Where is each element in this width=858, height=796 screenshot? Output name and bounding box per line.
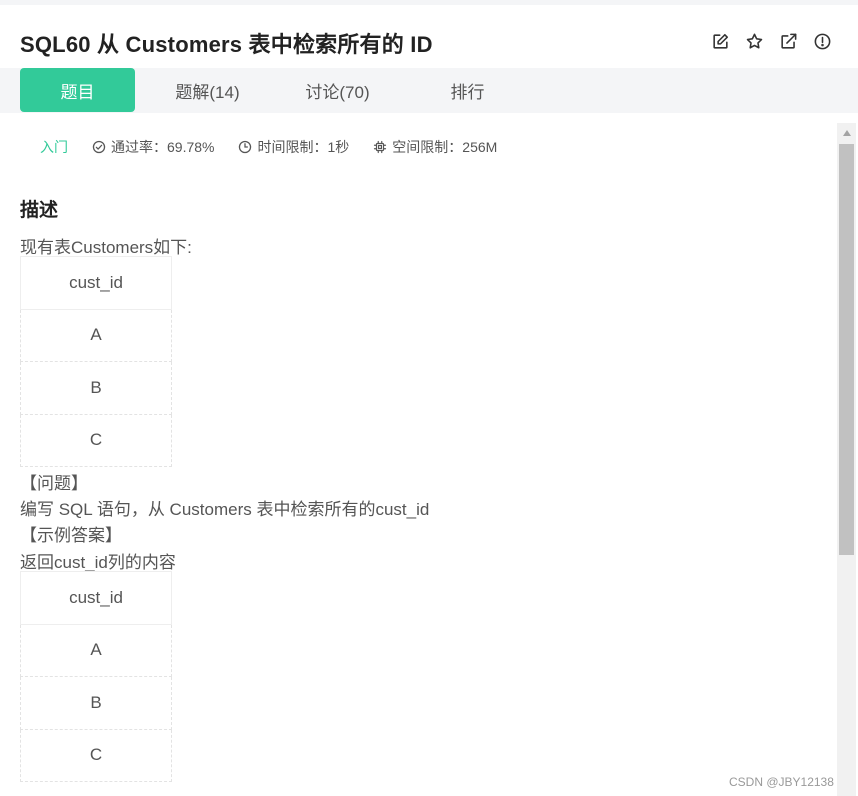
description-heading: 描述	[20, 200, 59, 221]
example-label: 【示例答案】	[20, 526, 122, 545]
space-limit-text: 空间限制：256M	[392, 139, 498, 155]
tab-ranking[interactable]: 排行	[410, 68, 525, 112]
table-row: C	[20, 413, 172, 467]
table-header-cell: cust_id	[20, 256, 172, 310]
customers-table: cust_id A B C	[20, 256, 172, 467]
table-header-cell: cust_id	[20, 571, 172, 625]
alert-icon[interactable]	[812, 31, 832, 51]
problem-header: SQL60 从 Customers 表中检索所有的 ID	[0, 5, 858, 68]
difficulty-badge: 入门	[40, 139, 68, 155]
table-row: A	[20, 308, 172, 362]
tab-problem[interactable]: 题目	[20, 68, 135, 112]
table-cell: C	[20, 413, 172, 467]
tab-solutions[interactable]: 题解(14)	[150, 68, 265, 112]
tab-discussion[interactable]: 讨论(70)	[280, 68, 395, 112]
table-row: B	[20, 676, 172, 730]
table-row: C	[20, 728, 172, 782]
tab-bar: 题目 题解(14) 讨论(70) 排行	[0, 68, 858, 113]
time-limit-text: 时间限制：1秒	[257, 139, 350, 155]
table-row: A	[20, 623, 172, 677]
header-actions	[710, 31, 832, 51]
table-cell: C	[20, 728, 172, 782]
problem-title: SQL60 从 Customers 表中检索所有的 ID	[20, 32, 433, 57]
scroll-thumb[interactable]	[839, 144, 854, 555]
table-cell: B	[20, 676, 172, 730]
external-link-icon[interactable]	[778, 31, 798, 51]
description-intro: 现有表Customers如下:	[20, 238, 192, 257]
table-row: B	[20, 361, 172, 415]
problem-meta: 入门 通过率：69.78% 时间限制：1秒 空间限制：256M	[40, 137, 521, 157]
edit-icon[interactable]	[710, 31, 730, 51]
watermark: CSDN @JBY12138	[729, 775, 834, 789]
scroll-up-arrow-icon[interactable]	[837, 123, 856, 143]
example-intro: 返回cust_id列的内容	[20, 553, 176, 572]
star-icon[interactable]	[744, 31, 764, 51]
question-label: 【问题】	[20, 474, 88, 493]
vertical-scrollbar[interactable]	[837, 123, 856, 796]
space-limit: 空间限制：256M	[373, 137, 497, 157]
clock-icon	[239, 140, 252, 154]
check-circle-icon	[92, 140, 106, 154]
chip-icon	[374, 140, 387, 154]
question-text: 编写 SQL 语句，从 Customers 表中检索所有的cust_id	[20, 500, 430, 519]
table-cell: A	[20, 623, 172, 677]
table-cell: B	[20, 361, 172, 415]
table-cell: A	[20, 308, 172, 362]
example-answer-table: cust_id A B C	[20, 571, 172, 782]
pass-rate: 通过率：69.78%	[92, 137, 214, 157]
time-limit: 时间限制：1秒	[238, 137, 349, 157]
pass-rate-text: 通过率：69.78%	[111, 139, 215, 155]
problem-content: 入门 通过率：69.78% 时间限制：1秒 空间限制：256M 描述 现有表Cu…	[0, 113, 858, 796]
